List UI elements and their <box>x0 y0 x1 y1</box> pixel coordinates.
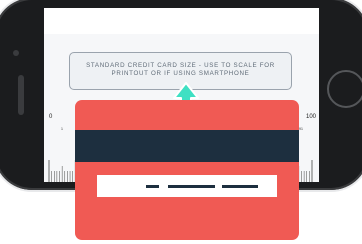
signature-dash <box>146 185 159 188</box>
signature-strip <box>97 175 277 197</box>
home-button[interactable] <box>327 70 362 108</box>
notice-line-1: STANDARD CREDIT CARD SIZE - USE TO SCALE… <box>86 62 275 69</box>
signature-dash <box>168 185 215 188</box>
magnetic-stripe <box>75 130 299 162</box>
phone-speaker <box>18 75 24 115</box>
signature-dash <box>222 185 258 188</box>
front-camera <box>13 50 19 56</box>
notice-line-2: PRINTOUT OR IF USING SMARTPHONE <box>111 70 250 77</box>
credit-card <box>75 100 299 240</box>
